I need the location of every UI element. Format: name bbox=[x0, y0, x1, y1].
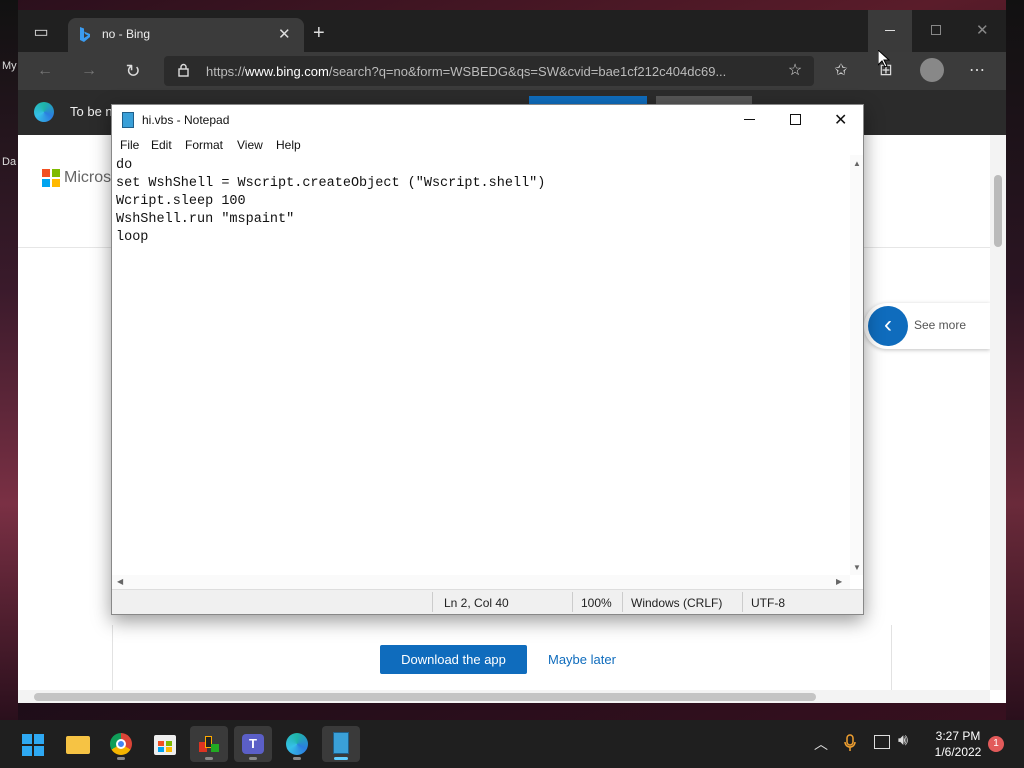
info-bar-primary-button[interactable] bbox=[529, 96, 647, 104]
bing-favicon-icon bbox=[78, 27, 92, 43]
new-tab-icon[interactable]: + bbox=[313, 22, 325, 45]
zoom-level: 100% bbox=[581, 596, 612, 610]
chevron-left-icon[interactable]: ‹ bbox=[868, 306, 908, 346]
page-vertical-scroll-thumb[interactable] bbox=[994, 175, 1002, 247]
scroll-down-icon[interactable]: ▼ bbox=[853, 563, 861, 572]
microphone-icon[interactable] bbox=[844, 734, 856, 752]
scroll-right-icon[interactable]: ▶ bbox=[836, 577, 842, 586]
notepad-status-bar: Ln 2, Col 40 100% Windows (CRLF) UTF-8 bbox=[112, 589, 863, 614]
notepad-horizontal-scrollbar[interactable]: ◀ ▶ bbox=[112, 575, 850, 589]
notepad-titlebar[interactable]: hi.vbs - Notepad ✕ bbox=[112, 105, 863, 135]
more-options-icon[interactable]: ⋯ bbox=[964, 58, 990, 84]
info-bar-text: To be n bbox=[70, 104, 113, 119]
profile-avatar-icon[interactable] bbox=[920, 58, 944, 82]
back-icon[interactable]: ← bbox=[32, 58, 58, 84]
chrome-icon bbox=[110, 733, 132, 755]
scroll-up-icon[interactable]: ▲ bbox=[853, 159, 861, 168]
edge-button[interactable] bbox=[278, 726, 316, 762]
address-bar[interactable]: https://www.bing.com/search?q=no&form=WS… bbox=[164, 56, 814, 86]
desktop-icon-label[interactable]: Da bbox=[2, 156, 16, 168]
chevron-up-icon[interactable]: ︿ bbox=[814, 734, 828, 754]
tab-title: no - Bing bbox=[102, 27, 151, 41]
maximize-icon[interactable] bbox=[931, 25, 941, 35]
info-bar-secondary-button[interactable] bbox=[656, 96, 752, 104]
network-icon[interactable] bbox=[874, 735, 890, 749]
menu-edit[interactable]: Edit bbox=[151, 138, 172, 152]
teams-button[interactable]: T bbox=[234, 726, 272, 762]
text-line: Wcript.sleep 100 bbox=[116, 194, 246, 209]
paint-icon bbox=[199, 734, 219, 754]
notepad-vertical-scrollbar[interactable]: ▲ ▼ bbox=[850, 155, 863, 575]
toolbar: ← → ↻ https://www.bing.com/search?q=no&f… bbox=[18, 52, 1006, 90]
maybe-later-link[interactable]: Maybe later bbox=[548, 652, 616, 667]
notepad-app-icon bbox=[122, 112, 134, 128]
forward-icon[interactable]: → bbox=[76, 58, 102, 84]
page-horizontal-scroll-thumb[interactable] bbox=[34, 693, 816, 701]
minimize-button[interactable] bbox=[868, 10, 912, 52]
notification-badge[interactable]: 1 bbox=[988, 736, 1004, 752]
store-button[interactable] bbox=[146, 726, 184, 762]
line-endings: Windows (CRLF) bbox=[631, 596, 723, 610]
start-button[interactable] bbox=[14, 726, 52, 762]
add-favorite-icon[interactable]: ☆ bbox=[782, 58, 808, 84]
notepad-title: hi.vbs - Notepad bbox=[142, 113, 230, 127]
edge-logo-icon bbox=[34, 102, 54, 122]
notepad-window: hi.vbs - Notepad ✕ File Edit Format View… bbox=[111, 104, 864, 615]
refresh-icon[interactable]: ↻ bbox=[120, 58, 146, 84]
file-explorer-icon bbox=[66, 736, 90, 754]
clock-time: 3:27 PM bbox=[935, 729, 981, 743]
notepad-text-area[interactable]: do set WshShell = Wscript.createObject ("… bbox=[112, 155, 852, 575]
close-tab-icon[interactable]: ✕ bbox=[278, 25, 291, 43]
scroll-left-icon[interactable]: ◀ bbox=[117, 577, 123, 586]
paint-button[interactable] bbox=[190, 726, 228, 762]
microsoft-logo-icon bbox=[42, 169, 60, 187]
store-icon bbox=[154, 735, 176, 755]
clock[interactable]: 3:27 PM 1/6/2022 bbox=[920, 728, 996, 760]
notepad-icon bbox=[333, 732, 349, 754]
lock-icon bbox=[178, 63, 189, 77]
start-icon bbox=[22, 734, 44, 756]
cursor-position: Ln 2, Col 40 bbox=[444, 596, 509, 610]
text-line: loop bbox=[116, 230, 149, 245]
text-line: do bbox=[116, 158, 133, 173]
see-more-label[interactable]: See more bbox=[914, 318, 966, 332]
chrome-button[interactable] bbox=[102, 726, 140, 762]
menu-format[interactable]: Format bbox=[185, 138, 223, 152]
see-more-panel[interactable]: ‹ See more bbox=[864, 303, 990, 349]
taskbar: T ︿ 🔊︎ 3:27 PM 1/6/2022 1 bbox=[0, 720, 1024, 768]
notepad-menubar: File Edit Format View Help bbox=[112, 135, 863, 155]
volume-icon[interactable]: 🔊︎ bbox=[898, 732, 908, 750]
text-line: set WshShell = Wscript.createObject ("Ws… bbox=[116, 176, 546, 191]
menu-file[interactable]: File bbox=[120, 138, 139, 152]
tab-strip: ▭ no - Bing ✕ + ✕ bbox=[18, 10, 1006, 52]
close-window-icon[interactable]: ✕ bbox=[976, 21, 989, 39]
edge-icon bbox=[286, 733, 308, 755]
page-vertical-scrollbar[interactable] bbox=[990, 135, 1006, 690]
notepad-minimize-icon[interactable] bbox=[744, 119, 755, 120]
download-app-button[interactable]: Download the app bbox=[380, 645, 527, 674]
mouse-cursor-icon bbox=[877, 48, 891, 68]
notepad-maximize-icon[interactable] bbox=[790, 114, 801, 125]
notepad-button[interactable] bbox=[322, 726, 360, 762]
encoding: UTF-8 bbox=[751, 596, 785, 610]
minimize-icon bbox=[885, 30, 895, 31]
file-explorer-button[interactable] bbox=[58, 726, 96, 762]
teams-icon: T bbox=[242, 734, 264, 754]
tab-actions-icon[interactable]: ▭ bbox=[28, 20, 54, 46]
menu-help[interactable]: Help bbox=[276, 138, 301, 152]
desktop-left-edge: My Da bbox=[0, 0, 18, 720]
menu-view[interactable]: View bbox=[237, 138, 263, 152]
favorites-icon[interactable]: ✩ bbox=[828, 58, 854, 84]
desktop-icon-label[interactable]: My bbox=[2, 60, 17, 72]
url-text: https://www.bing.com/search?q=no&form=WS… bbox=[206, 64, 727, 79]
notepad-close-icon[interactable]: ✕ bbox=[834, 110, 847, 130]
text-line: WshShell.run "mspaint" bbox=[116, 212, 295, 227]
tab-bing[interactable]: no - Bing ✕ bbox=[68, 18, 304, 52]
page-horizontal-scrollbar[interactable] bbox=[18, 690, 990, 703]
desktop-right-edge bbox=[1006, 0, 1024, 720]
clock-date: 1/6/2022 bbox=[934, 745, 982, 759]
